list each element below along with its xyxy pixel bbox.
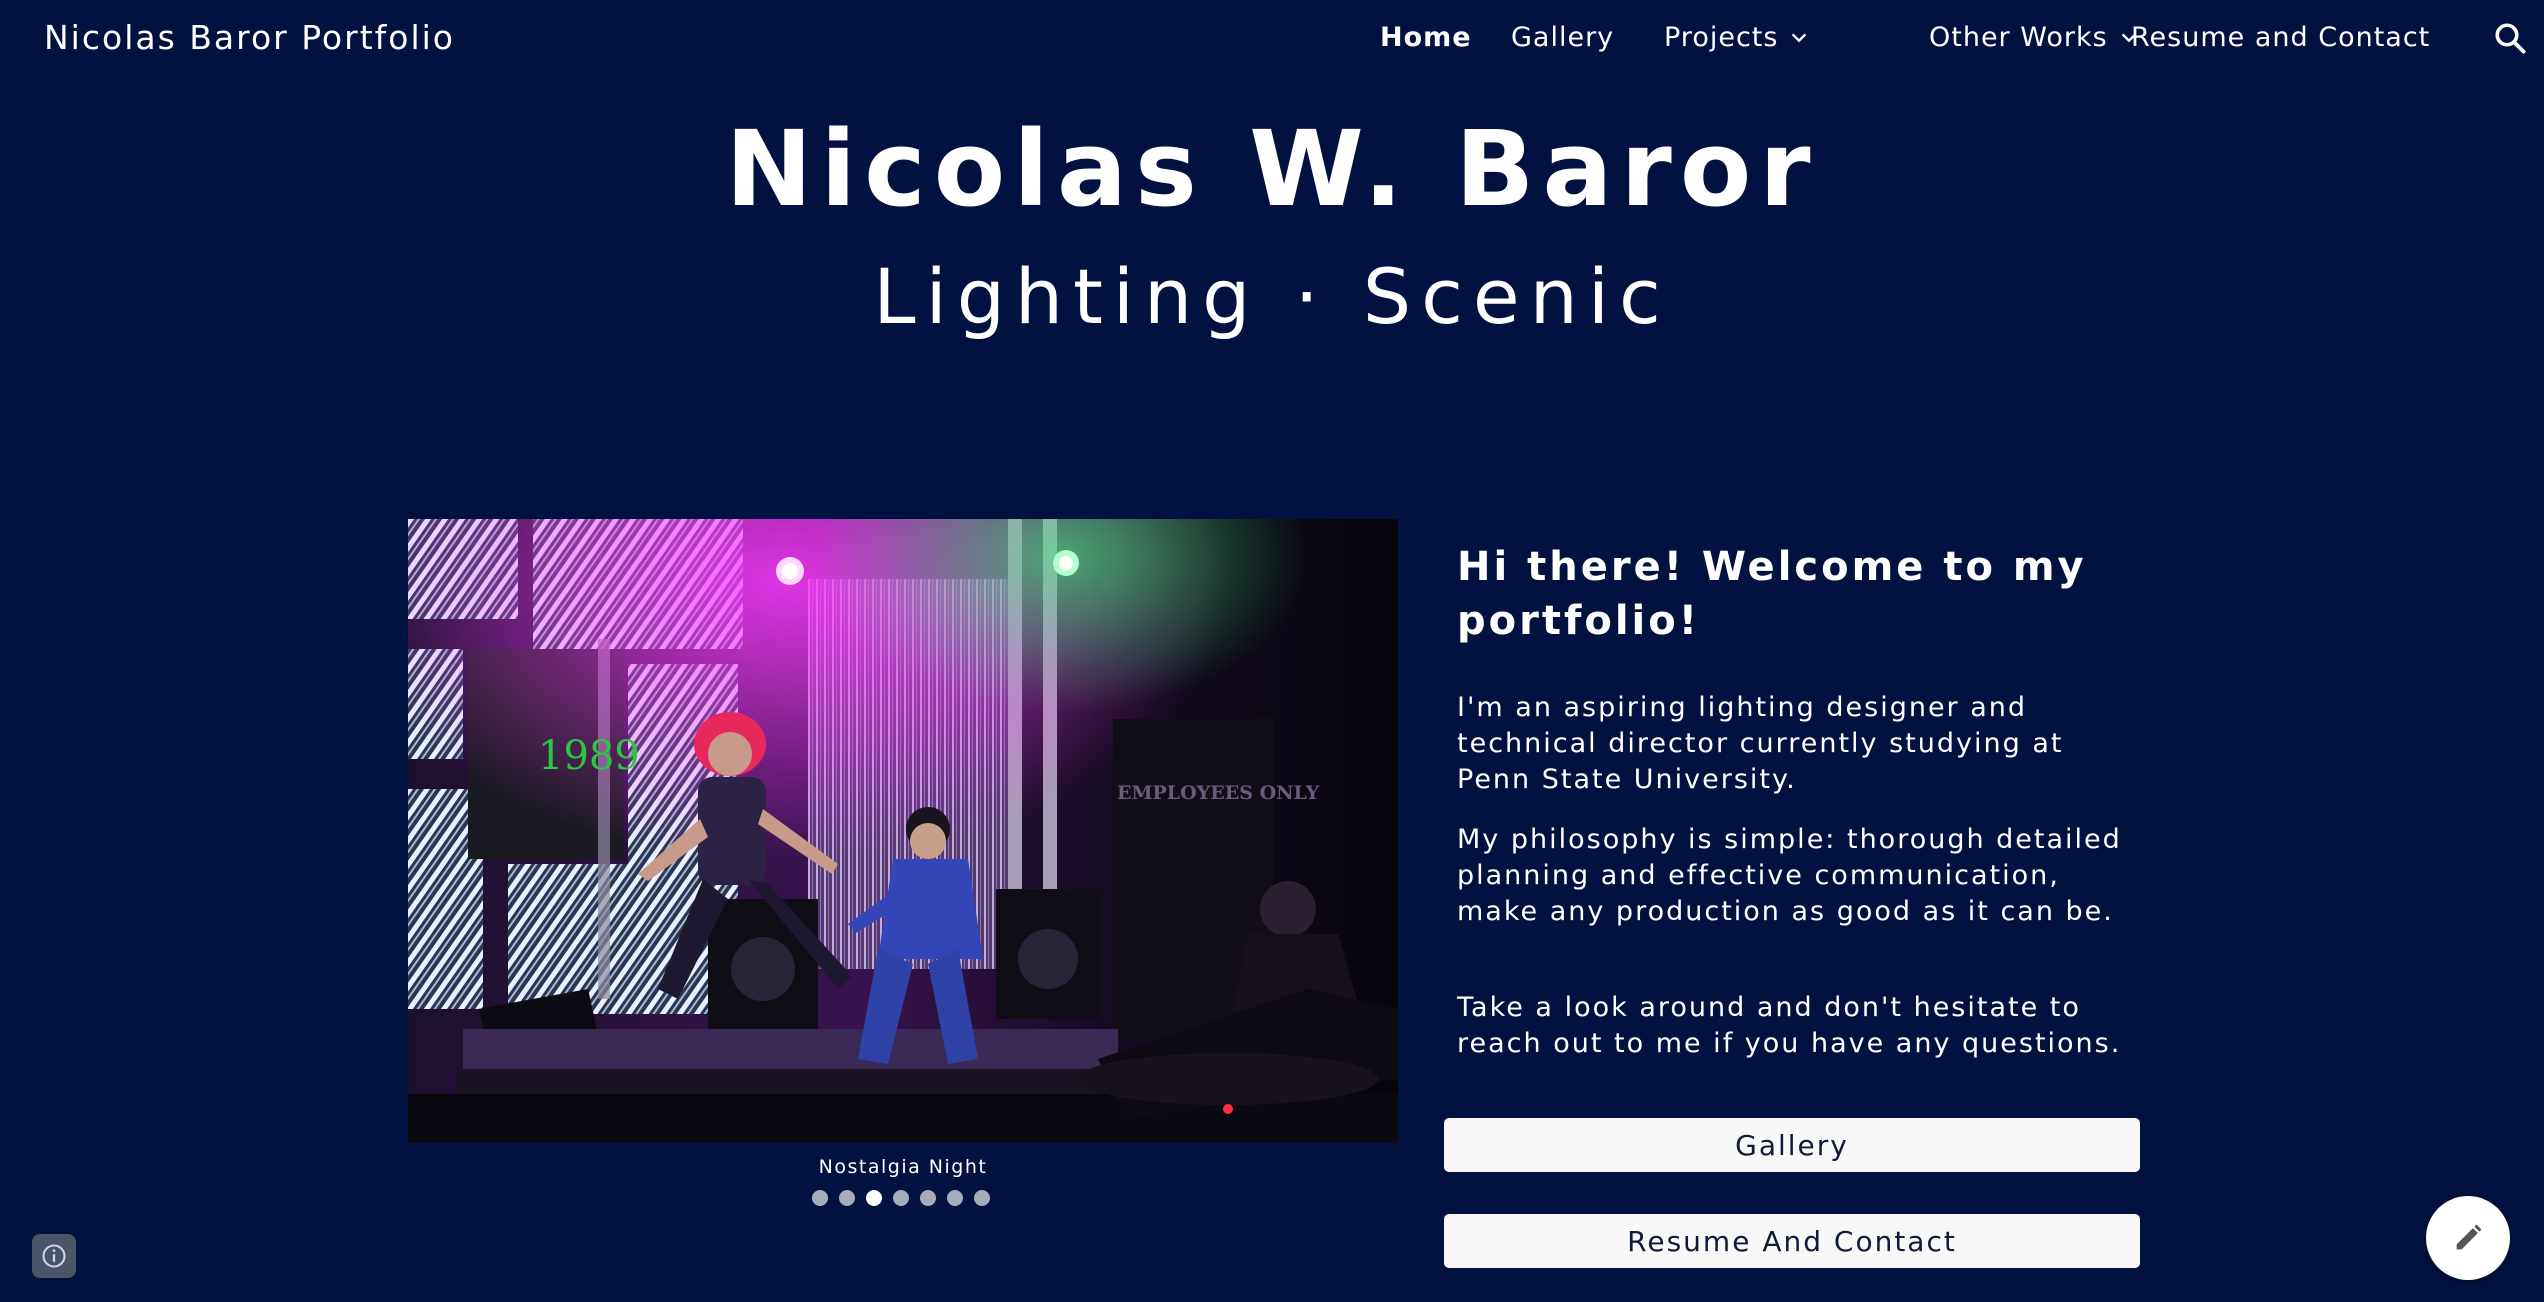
search-icon[interactable] — [2492, 20, 2528, 56]
slideshow-dot[interactable] — [839, 1190, 855, 1206]
intro-paragraph-1: I'm an aspiring lighting designer and te… — [1457, 692, 2064, 795]
gallery-button-label: Gallery — [1735, 1128, 1849, 1162]
slideshow-dot-active[interactable] — [866, 1190, 882, 1206]
intro-paragraph-3: Take a look around and don't hesitate to… — [1457, 992, 2122, 1059]
slideshow-dot[interactable] — [947, 1190, 963, 1206]
year-sign: 1989 — [538, 733, 640, 779]
nav-projects-label: Projects — [1664, 22, 1779, 53]
nav-gallery[interactable]: Gallery — [1511, 22, 1614, 53]
gallery-button[interactable]: Gallery — [1444, 1118, 2140, 1172]
nav-home-label: Home — [1380, 22, 1472, 53]
slideshow-caption: Nostalgia Night — [818, 1156, 988, 1178]
nav-home[interactable]: Home — [1380, 22, 1472, 53]
welcome-heading: Hi there! Welcome to my portfolio! — [1457, 544, 2087, 644]
slideshow-dot[interactable] — [893, 1190, 909, 1206]
stage-photo: 1989 EMPLOYEES ONLY — [408, 519, 1398, 1143]
door-sign: EMPLOYEES ONLY — [1117, 782, 1320, 804]
info-icon — [42, 1244, 66, 1268]
portfolio-page: Nicolas Baror Portfolio Home Gallery Pro… — [0, 0, 2544, 1302]
chevron-down-icon — [1792, 32, 1807, 42]
resume-contact-button[interactable]: Resume And Contact — [1444, 1214, 2140, 1268]
slideshow-dot[interactable] — [920, 1190, 936, 1206]
pencil-icon — [2456, 1224, 2482, 1250]
nav-other-works-label: Other Works — [1929, 22, 2108, 53]
nav-projects[interactable]: Projects — [1664, 22, 1810, 53]
info-button[interactable] — [32, 1234, 76, 1278]
hero-name: Nicolas W. Baror — [725, 108, 1819, 230]
nav-gallery-label: Gallery — [1511, 22, 1615, 53]
nav-resume-contact-label: Resume and Contact — [2131, 22, 2431, 53]
slideshow-dot[interactable] — [812, 1190, 828, 1206]
nav-other-works[interactable]: Other Works — [1929, 22, 2140, 53]
resume-contact-button-label: Resume And Contact — [1627, 1224, 1957, 1258]
slideshow-dot[interactable] — [974, 1190, 990, 1206]
nav-resume-contact[interactable]: Resume and Contact — [2131, 22, 2430, 53]
edit-button[interactable] — [2426, 1196, 2510, 1280]
intro-paragraph-2: My philosophy is simple: thorough detail… — [1457, 824, 2122, 927]
hero-subtitle: Lighting · Scenic — [873, 252, 1671, 341]
site-title[interactable]: Nicolas Baror Portfolio — [44, 18, 455, 57]
slideshow-dots — [812, 1190, 990, 1206]
slideshow-image[interactable]: 1989 EMPLOYEES ONLY — [408, 519, 1398, 1143]
